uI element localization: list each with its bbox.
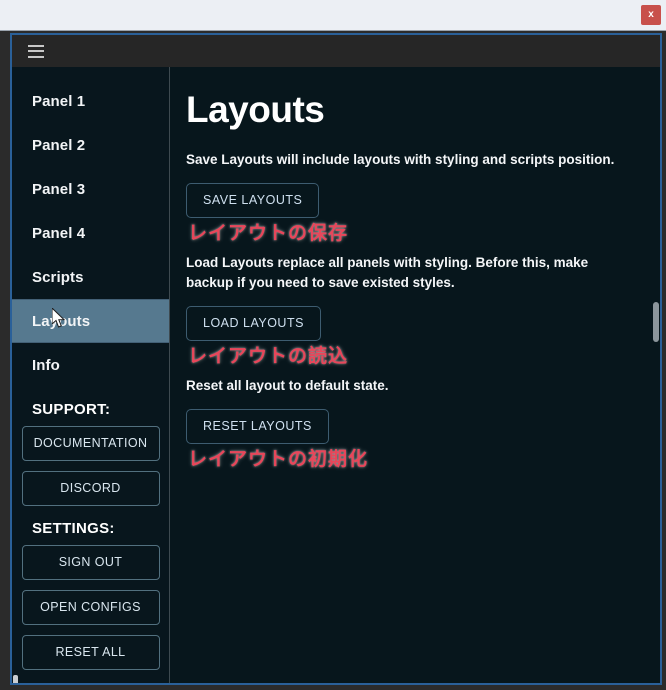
sidebar-item-layouts[interactable]: Layouts xyxy=(12,299,169,343)
discord-button[interactable]: DISCORD xyxy=(21,471,160,506)
vertical-scrollbar-track[interactable] xyxy=(653,67,659,683)
sign-out-button[interactable]: SIGN OUT xyxy=(21,545,160,580)
load-layouts-section: Load Layouts replace all panels with sty… xyxy=(186,253,638,369)
open-configs-button[interactable]: OPEN CONFIGS xyxy=(21,590,160,625)
reset-layouts-button[interactable]: RESET LAYOUTS xyxy=(186,409,329,445)
vertical-scrollbar-thumb[interactable] xyxy=(653,302,659,342)
documentation-button[interactable]: DOCUMENTATION xyxy=(21,426,160,461)
hamburger-menu-icon[interactable] xyxy=(28,44,44,58)
reset-layouts-annotation: レイアウトの初期化 xyxy=(188,448,369,471)
load-layouts-annotation: レイアウトの読込 xyxy=(188,345,349,368)
sidebar-item-label: Layouts xyxy=(32,312,91,330)
sidebar-item-label: Scripts xyxy=(32,268,84,286)
app-body: Panel 1 Panel 2 Panel 3 Panel 4 Scripts … xyxy=(12,67,660,683)
reset-all-button[interactable]: RESET ALL xyxy=(21,635,160,670)
sidebar-item-label: Info xyxy=(32,356,60,374)
load-layouts-button[interactable]: LOAD LAYOUTS xyxy=(186,306,321,342)
load-layouts-description: Load Layouts replace all panels with sty… xyxy=(186,254,589,291)
sidebar-item-label: Panel 3 xyxy=(32,180,86,198)
main-content: Layouts Save Layouts will include layout… xyxy=(170,67,660,683)
sidebar-item-label: Panel 4 xyxy=(32,224,86,242)
app-titlebar xyxy=(12,35,660,67)
sidebar-item-panel-3[interactable]: Panel 3 xyxy=(12,167,169,211)
sidebar-scrollbar-thumb[interactable] xyxy=(13,675,18,683)
sidebar-item-panel-2[interactable]: Panel 2 xyxy=(12,123,169,167)
reset-layouts-section: Reset all layout to default state. RESET… xyxy=(186,376,638,471)
save-layouts-button[interactable]: SAVE LAYOUTS xyxy=(186,182,320,218)
sidebar-item-label: Panel 1 xyxy=(32,92,86,110)
sidebar-item-info[interactable]: Info xyxy=(12,343,169,387)
outer-window-chrome: x xyxy=(0,0,666,31)
save-layouts-annotation: レイアウトの保存 xyxy=(188,221,349,244)
reset-layouts-description: Reset all layout to default state. xyxy=(186,378,389,394)
close-icon[interactable]: x xyxy=(641,5,661,25)
save-layouts-description: Save Layouts will include layouts with s… xyxy=(186,151,615,167)
application-window: Panel 1 Panel 2 Panel 3 Panel 4 Scripts … xyxy=(10,33,662,685)
settings-heading: SETTINGS: xyxy=(32,520,115,537)
sidebar: Panel 1 Panel 2 Panel 3 Panel 4 Scripts … xyxy=(12,67,170,683)
sidebar-item-panel-1[interactable]: Panel 1 xyxy=(12,79,169,123)
sidebar-item-scripts[interactable]: Scripts xyxy=(12,255,169,299)
sidebar-item-label: Panel 2 xyxy=(32,136,86,154)
save-layouts-section: Save Layouts will include layouts with s… xyxy=(186,150,638,245)
support-heading: SUPPORT: xyxy=(32,401,111,418)
desktop-root: x Panel 1 Panel 2 Panel 3 Panel 4 Script… xyxy=(0,0,666,690)
page-title: Layouts xyxy=(186,89,325,130)
sidebar-item-panel-4[interactable]: Panel 4 xyxy=(12,211,169,255)
